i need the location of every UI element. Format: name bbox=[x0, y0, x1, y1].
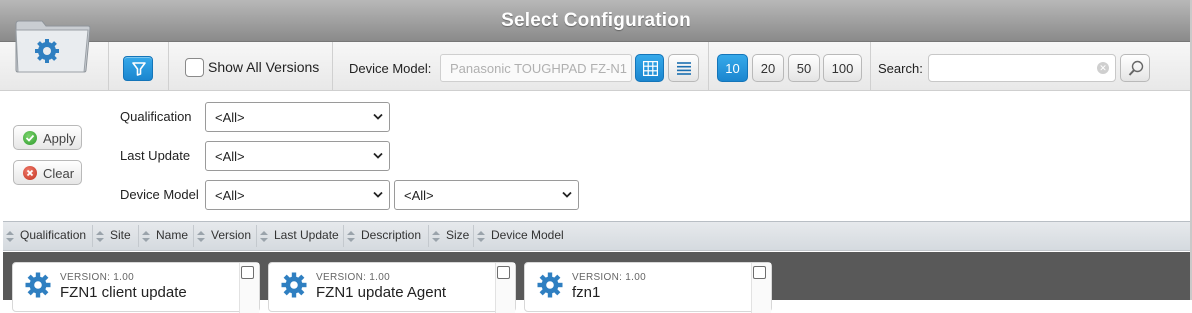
filter-toggle-button[interactable] bbox=[123, 56, 153, 81]
chevron-down-icon bbox=[373, 152, 383, 159]
show-all-versions-checkbox[interactable] bbox=[185, 58, 204, 77]
gear-icon bbox=[25, 272, 51, 298]
column-header-device-model[interactable]: Device Model bbox=[474, 222, 574, 251]
title-bar: Select Configuration bbox=[0, 0, 1192, 42]
search-icon bbox=[1128, 60, 1144, 76]
column-header-site[interactable]: Site bbox=[93, 222, 139, 251]
card-select-checkbox[interactable] bbox=[497, 266, 510, 279]
grid-view-button[interactable] bbox=[635, 54, 664, 82]
card-name: FZN1 client update bbox=[60, 284, 187, 301]
chevron-down-icon bbox=[373, 191, 383, 198]
card-name: FZN1 update Agent bbox=[316, 284, 447, 301]
window-title: Select Configuration bbox=[501, 10, 691, 31]
toolbar-divider bbox=[168, 42, 169, 90]
clear-button[interactable]: Clear bbox=[13, 160, 82, 185]
check-icon bbox=[23, 131, 37, 145]
device-model-secondary-select[interactable]: <All> bbox=[394, 180, 579, 210]
column-header-version[interactable]: Version bbox=[194, 222, 257, 251]
gear-icon bbox=[281, 272, 307, 298]
sort-icon bbox=[347, 231, 356, 243]
show-all-versions-label: Show All Versions bbox=[208, 59, 320, 75]
device-model-select-value: <All> bbox=[215, 188, 245, 203]
last-update-filter-label: Last Update bbox=[120, 148, 191, 163]
toolbar-divider bbox=[108, 42, 109, 90]
card-version: VERSION: 1.00 bbox=[60, 272, 134, 283]
search-input[interactable] bbox=[928, 54, 1116, 82]
device-model-secondary-select-value: <All> bbox=[404, 188, 434, 203]
list-view-button[interactable] bbox=[668, 54, 699, 82]
gear-icon bbox=[537, 272, 563, 298]
apply-label: Apply bbox=[43, 131, 76, 146]
column-header-name[interactable]: Name bbox=[139, 222, 194, 251]
clear-search-icon[interactable]: ✕ bbox=[1097, 62, 1109, 74]
configuration-card[interactable]: VERSION: 1.00 FZN1 client update bbox=[12, 262, 260, 313]
list-icon bbox=[677, 62, 691, 75]
page-size-20-button[interactable]: 20 bbox=[752, 54, 784, 82]
qualification-select-value: <All> bbox=[215, 110, 245, 125]
configuration-folder-icon bbox=[14, 20, 91, 74]
toolbar-divider bbox=[332, 42, 333, 90]
column-header-bar: Qualification Site Name Version Last Upd… bbox=[3, 221, 1192, 251]
page-size-50-button[interactable]: 50 bbox=[788, 54, 820, 82]
card-select-checkbox[interactable] bbox=[241, 266, 254, 279]
cancel-icon bbox=[23, 166, 37, 180]
sort-icon bbox=[477, 231, 486, 243]
column-header-last-update[interactable]: Last Update bbox=[257, 222, 344, 251]
card-select-checkbox[interactable] bbox=[753, 266, 766, 279]
device-model-field[interactable]: Panasonic TOUGHPAD FZ-N1 bbox=[440, 54, 632, 82]
qualification-filter-label: Qualification bbox=[120, 109, 192, 124]
device-model-select[interactable]: <All> bbox=[205, 180, 390, 210]
page-size-10-button[interactable]: 10 bbox=[717, 54, 748, 82]
apply-button[interactable]: Apply bbox=[13, 125, 82, 150]
page-size-100-button[interactable]: 100 bbox=[823, 54, 862, 82]
sort-icon bbox=[260, 231, 269, 243]
card-name: fzn1 bbox=[572, 284, 601, 301]
grid-icon bbox=[643, 61, 658, 76]
clear-label: Clear bbox=[43, 166, 75, 181]
chevron-down-icon bbox=[373, 113, 383, 120]
toolbar-divider bbox=[870, 42, 871, 90]
last-update-select-value: <All> bbox=[215, 149, 245, 164]
sort-icon bbox=[96, 231, 105, 243]
sort-icon bbox=[432, 231, 441, 243]
filter-icon bbox=[132, 62, 146, 76]
device-model-label: Device Model: bbox=[349, 61, 432, 76]
search-button[interactable] bbox=[1120, 54, 1150, 82]
card-version: VERSION: 1.00 bbox=[572, 272, 646, 283]
column-header-size[interactable]: Size bbox=[429, 222, 474, 251]
configuration-card[interactable]: VERSION: 1.00 FZN1 update Agent bbox=[268, 262, 516, 313]
card-version: VERSION: 1.00 bbox=[316, 272, 390, 283]
sort-icon bbox=[197, 231, 206, 243]
column-header-qualification[interactable]: Qualification bbox=[3, 222, 93, 251]
toolbar-divider bbox=[708, 42, 709, 90]
device-model-filter-label: Device Model bbox=[120, 187, 199, 202]
qualification-select[interactable]: <All> bbox=[205, 102, 390, 132]
configuration-card[interactable]: VERSION: 1.00 fzn1 bbox=[524, 262, 772, 313]
search-label: Search: bbox=[878, 61, 923, 76]
sort-icon bbox=[142, 231, 151, 243]
chevron-down-icon bbox=[562, 191, 572, 198]
last-update-select[interactable]: <All> bbox=[205, 141, 390, 171]
column-header-description[interactable]: Description bbox=[344, 222, 429, 251]
sort-icon bbox=[6, 231, 15, 243]
